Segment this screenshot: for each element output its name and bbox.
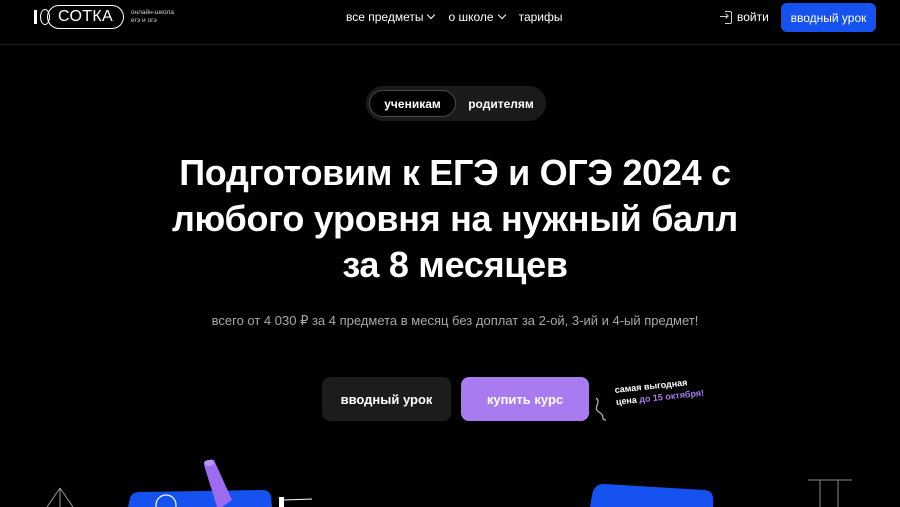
chevron-down-icon — [427, 10, 436, 20]
squiggle-icon — [595, 397, 607, 421]
frame-illustration — [808, 479, 852, 507]
main-nav: все предметы о школе тарифы — [346, 10, 563, 24]
blue-card-left — [128, 490, 272, 507]
login-label: войти — [737, 10, 769, 24]
nav-about-school-label: о школе — [448, 10, 494, 24]
logo[interactable]: СОТКА онлайн-школа егэ и огэ — [34, 5, 174, 29]
nav-all-subjects[interactable]: все предметы — [346, 10, 436, 24]
buy-course-button[interactable]: купить курс — [461, 377, 589, 421]
chevron-down-icon — [497, 10, 506, 20]
hero-subtitle: всего от 4 030 ₽ за 4 предмета в месяц б… — [211, 313, 699, 328]
login-icon — [720, 11, 732, 24]
chalk-illustration — [204, 459, 232, 507]
card-ring — [155, 494, 177, 507]
blue-card-right — [590, 484, 713, 507]
nav-pricing-label: тарифы — [518, 10, 563, 24]
audience-toggle: ученикам родителям — [366, 86, 546, 121]
logo-wordmark: СОТКА — [47, 5, 124, 29]
logo-digit-one — [34, 10, 37, 24]
logo-tagline-line2: егэ и огэ — [130, 17, 157, 24]
site-header: СОТКА онлайн-школа егэ и огэ все предмет… — [0, 0, 900, 45]
nav-all-subjects-label: все предметы — [346, 10, 424, 24]
nav-about-school[interactable]: о школе — [448, 10, 506, 24]
logo-tagline-line1: онлайн-школа — [130, 9, 174, 16]
hero-title-line2: любого уровня на нужный балл — [171, 198, 738, 239]
white-line — [283, 498, 313, 501]
logo-mark: СОТКА — [34, 5, 124, 29]
toggle-students[interactable]: ученикам — [369, 90, 456, 117]
header-intro-lesson-button[interactable]: вводный урок — [781, 3, 876, 32]
intro-lesson-button[interactable]: вводный урок — [322, 377, 451, 421]
promo-note: самая выгодная цена до 15 октября! — [614, 372, 728, 408]
pyramid-illustration — [46, 487, 74, 507]
hero-title-line1: Подготовим к ЕГЭ и ОГЭ 2024 с — [179, 152, 731, 193]
nav-pricing[interactable]: тарифы — [519, 10, 563, 24]
white-block — [279, 497, 284, 507]
login-link[interactable]: войти — [720, 10, 769, 24]
logo-tagline: онлайн-школа егэ и огэ — [131, 9, 174, 25]
promo-line2-prefix: цена — [615, 394, 640, 407]
hero-title-line3: за 8 месяцев — [342, 244, 568, 285]
toggle-parents[interactable]: родителям — [460, 90, 542, 117]
hero-title: Подготовим к ЕГЭ и ОГЭ 2024 с любого уро… — [150, 150, 760, 288]
